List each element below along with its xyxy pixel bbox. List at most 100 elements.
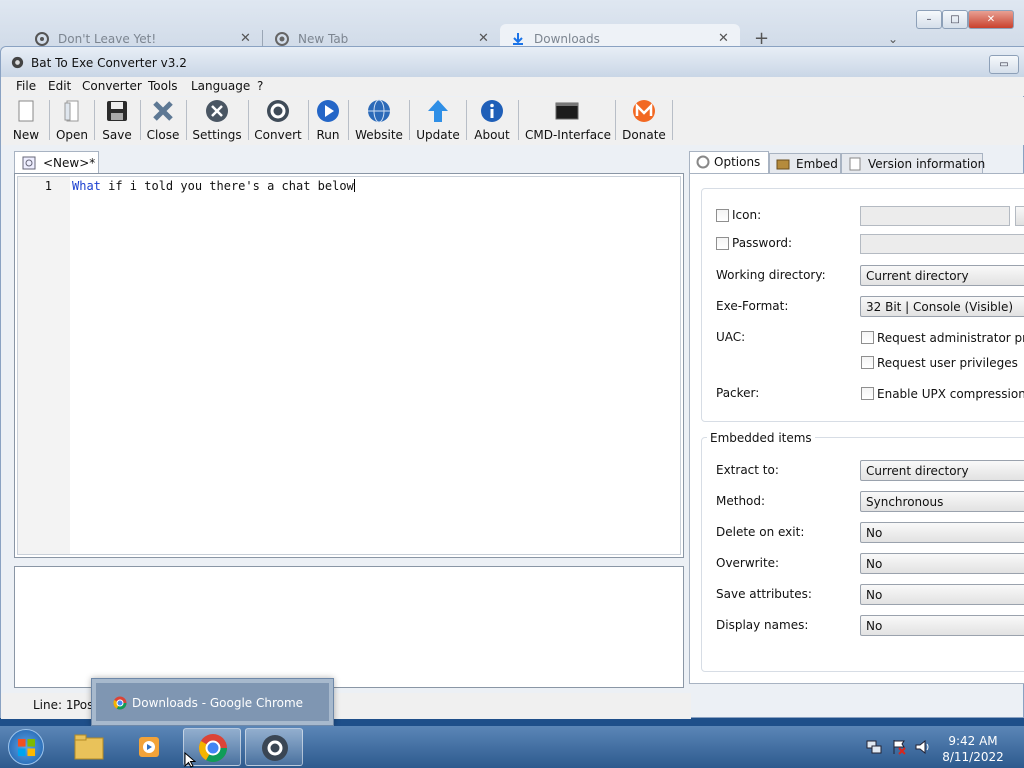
output-pane[interactable] (14, 566, 684, 688)
delete-on-exit-label: Delete on exit: (716, 525, 805, 539)
code-text: if i told you there's a chat below (100, 179, 354, 193)
info-icon (481, 100, 503, 122)
settings-button-label: Settings (192, 128, 242, 142)
start-button[interactable] (8, 729, 44, 765)
code-editor[interactable]: 1 What if i told you there's a chat belo… (14, 173, 684, 558)
code-keyword: What (72, 179, 101, 193)
new-button[interactable]: New (10, 99, 42, 143)
tab-close-icon[interactable]: ✕ (240, 31, 251, 46)
website-button-label: Website (355, 128, 403, 142)
uac-admin-checkbox[interactable] (861, 331, 874, 344)
toolbar: New Open Save Close Settings Convert Run… (1, 97, 1024, 145)
menu-help[interactable]: ? (257, 79, 263, 93)
tab-version-information[interactable]: Version information (841, 153, 985, 173)
icon-path-field[interactable] (860, 206, 1010, 226)
monero-icon (633, 100, 655, 122)
console-icon (555, 102, 579, 120)
open-button[interactable]: Open (55, 99, 89, 143)
display-names-select[interactable]: No (860, 615, 1024, 636)
toolbar-divider (248, 100, 249, 140)
exe-format-select[interactable]: 32 Bit | Console (Visible) (860, 296, 1024, 317)
save-button[interactable]: Save (101, 99, 133, 143)
media-player-icon (139, 737, 159, 757)
chrome-icon (275, 32, 289, 46)
close-button[interactable]: Close (145, 99, 181, 143)
update-button-label: Update (416, 128, 460, 142)
menu-file[interactable]: File (16, 79, 36, 93)
toolbar-divider (186, 100, 187, 140)
password-label: Password: (732, 236, 793, 250)
explorer-taskbar-button[interactable] (60, 728, 118, 766)
script-icon (22, 156, 36, 170)
download-icon (513, 33, 523, 45)
run-button-label: Run (316, 128, 340, 142)
password-checkbox[interactable] (716, 237, 729, 250)
donate-button[interactable]: Donate (621, 99, 667, 143)
toolbar-divider (615, 100, 616, 140)
browser-close-button[interactable]: ✕ (968, 10, 1014, 29)
open-button-label: Open (55, 128, 89, 142)
save-attributes-select[interactable]: No (860, 584, 1024, 605)
toolbar-divider (518, 100, 519, 140)
delete-on-exit-select[interactable]: No (860, 522, 1024, 543)
upx-checkbox[interactable] (861, 387, 874, 400)
minimize-icon: ▭ (999, 59, 1009, 70)
update-button[interactable]: Update (415, 99, 461, 143)
browser-minimize-button[interactable]: – (916, 10, 942, 29)
embed-box-icon (776, 159, 790, 170)
menu-edit[interactable]: Edit (48, 79, 71, 93)
bat-to-exe-taskbar-button[interactable] (245, 728, 303, 766)
icon-label: Icon: (732, 208, 762, 222)
website-button[interactable]: Website (355, 99, 403, 143)
cmd-interface-button[interactable]: CMD-Interface (525, 99, 611, 143)
about-button-label: About (474, 128, 510, 142)
tab-label: Downloads (534, 32, 600, 46)
editor-tab[interactable]: <New>* (14, 151, 99, 174)
editor-tab-label: <New>* (43, 156, 96, 170)
menu-tools[interactable]: Tools (148, 79, 178, 93)
menu-converter[interactable]: Converter (82, 79, 142, 93)
new-file-icon (18, 100, 34, 122)
uac-user-label: Request user privileges (877, 356, 1018, 370)
convert-button-label: Convert (254, 128, 302, 142)
version-doc-icon (849, 157, 861, 171)
folder-icon (74, 734, 104, 760)
overwrite-select[interactable]: No (860, 553, 1024, 574)
tab-options[interactable]: Options (689, 151, 769, 174)
extract-to-select[interactable]: Current directory (860, 460, 1024, 481)
app-titlebar[interactable]: Bat To Exe Converter v3.2 ▭ (1, 47, 1024, 77)
action-center-icon[interactable] (891, 739, 907, 755)
tab-favicon-icon (35, 32, 49, 46)
volume-icon[interactable] (915, 740, 931, 754)
tab-embed-label: Embed (796, 157, 838, 171)
tab-close-icon[interactable]: ✕ (478, 31, 489, 46)
password-field[interactable] (860, 234, 1024, 254)
settings-button[interactable]: Settings (192, 99, 242, 143)
media-player-taskbar-button[interactable] (121, 728, 179, 766)
uac-admin-label: Request administrator privi (877, 331, 1024, 345)
code-line[interactable]: What if i told you there's a chat below (72, 179, 355, 193)
run-button[interactable]: Run (314, 99, 342, 143)
menu-language[interactable]: Language (191, 79, 250, 93)
app-minimize-button[interactable]: ▭ (989, 55, 1019, 74)
taskbar-preview-popup[interactable]: Downloads - Google Chrome (91, 678, 334, 726)
tab-search-chevron-icon[interactable]: ⌄ (888, 32, 898, 46)
packer-label: Packer: (716, 386, 760, 400)
about-button[interactable]: About (472, 99, 512, 143)
method-select[interactable]: Synchronous (860, 491, 1024, 512)
settings-icon (206, 100, 228, 122)
tab-embed[interactable]: Embed (769, 153, 841, 173)
convert-button[interactable]: Convert (254, 99, 302, 143)
working-directory-select[interactable]: Current directory (860, 265, 1024, 286)
icon-browse-button[interactable] (1015, 206, 1024, 226)
system-clock[interactable]: 9:42 AM 8/11/2022 (930, 733, 1016, 765)
browser-restore-button[interactable]: □ (942, 10, 968, 29)
chrome-icon (113, 696, 127, 710)
menu-bar: File Edit Converter Tools Language ? (1, 77, 1024, 96)
uac-user-checkbox[interactable] (861, 356, 874, 369)
network-icon[interactable] (866, 740, 882, 754)
icon-checkbox[interactable] (716, 209, 729, 222)
play-icon (317, 100, 339, 122)
tab-close-icon[interactable]: ✕ (718, 31, 729, 46)
line-number-gutter: 1 (18, 177, 70, 554)
